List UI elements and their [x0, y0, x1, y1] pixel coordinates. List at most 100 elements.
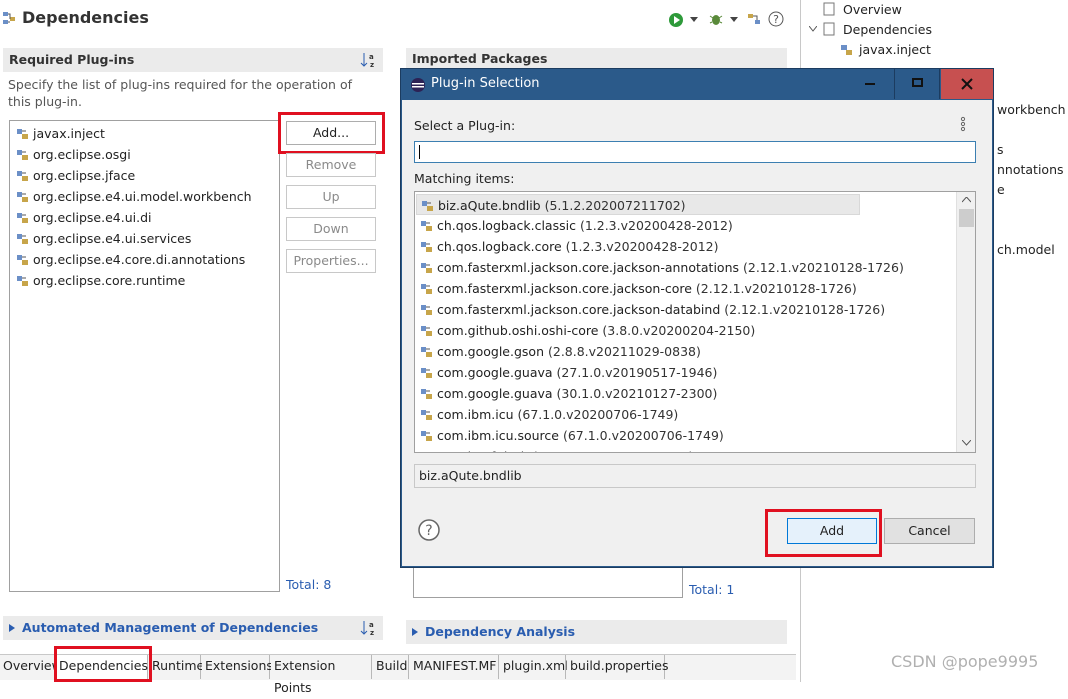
plugin-id: com.fasterxml.jackson.core.jackson-datab… [437, 302, 721, 317]
dependencies-tab-highlight [54, 646, 152, 682]
dialog-add-button[interactable]: Add [787, 518, 877, 544]
required-plugin-item[interactable]: javax.inject [10, 123, 279, 144]
plugin-filter-input[interactable] [414, 141, 976, 163]
maximize-button[interactable] [894, 69, 940, 99]
dialog-cancel-button[interactable]: Cancel [884, 518, 975, 544]
matching-item[interactable]: biz.aQute.bndlib (5.1.2.202007211702) [416, 194, 860, 215]
plugin-version: (2.12.1.v20210128-1726) [724, 302, 886, 317]
matching-item[interactable]: com.fasterxml.jackson.core.jackson-annot… [416, 257, 975, 278]
tab-extensions[interactable]: Extensions [202, 655, 273, 679]
text-cursor [419, 145, 420, 159]
svg-text:z: z [370, 61, 374, 68]
svg-text:a: a [369, 53, 374, 61]
required-plugin-item[interactable]: org.eclipse.core.runtime [10, 270, 279, 291]
debug-icon[interactable] [708, 11, 724, 27]
view-menu-icon[interactable] [960, 116, 966, 132]
required-plugin-item[interactable]: org.eclipse.e4.ui.services [10, 228, 279, 249]
down-button[interactable]: Down [286, 217, 376, 241]
help-icon[interactable]: ? [418, 519, 440, 541]
dependency-analysis-title[interactable]: Dependency Analysis [425, 624, 575, 639]
matching-item[interactable]: com.ibm.icu.source (67.1.0.v20200706-174… [416, 425, 975, 446]
automated-management-section[interactable]: Automated Management of Dependencies az [3, 616, 383, 640]
required-plugins-description: Specify the list of plug-ins required fo… [8, 77, 352, 109]
scrollbar-thumb[interactable] [959, 209, 974, 227]
required-plugin-item[interactable]: org.eclipse.jface [10, 165, 279, 186]
maximize-icon[interactable] [912, 78, 924, 88]
plugin-icon [420, 450, 434, 453]
help-glyph: ? [425, 523, 432, 539]
tab-build-properties[interactable]: build.properties [567, 655, 669, 679]
matching-item[interactable]: com.fasterxml.jackson.core.jackson-core … [416, 278, 975, 299]
up-button[interactable]: Up [286, 185, 376, 209]
required-plugin-item[interactable]: org.eclipse.e4.ui.di [10, 207, 279, 228]
outline-item-javax-inject[interactable]: javax.inject [859, 42, 931, 57]
debug-dropdown-chevron-icon[interactable] [730, 17, 738, 23]
tab-plugin-xml[interactable]: plugin.xml [500, 655, 569, 679]
minimize-icon[interactable] [865, 83, 877, 86]
matching-item[interactable]: ch.qos.logback.classic (1.2.3.v20200428-… [416, 215, 975, 236]
matching-item[interactable]: com.google.guava (27.1.0.v20190517-1946) [416, 362, 975, 383]
plugin-version: (30.1.0.v20210127-2300) [556, 386, 718, 401]
matching-item[interactable]: com.fasterxml.jackson.core.jackson-datab… [416, 299, 975, 320]
expand-chevron-icon[interactable] [9, 624, 15, 632]
scroll-down-icon[interactable] [962, 440, 971, 446]
editor-title-bar: Dependencies ? [0, 0, 796, 36]
scroll-up-icon[interactable] [962, 197, 971, 203]
plugin-icon [17, 234, 28, 244]
plugin-tool-icon[interactable] [746, 11, 762, 27]
close-icon[interactable] [961, 78, 973, 90]
matching-item[interactable]: com.github.oshi.oshi-core (3.8.0.v202002… [416, 320, 975, 341]
plugin-icon [421, 326, 432, 336]
plugin-icon [422, 201, 433, 211]
plugin-icon [421, 368, 432, 378]
minimize-button[interactable] [848, 69, 894, 99]
tab-overview[interactable]: Overview [0, 655, 62, 679]
plugin-id: ch.qos.logback.classic [437, 218, 576, 233]
tab-extension-points[interactable]: Extension Points [271, 655, 372, 695]
svg-text:z: z [370, 629, 374, 636]
required-plugins-list[interactable]: javax.inject org.eclipse.osgi org.eclipse.… [9, 120, 280, 592]
help-icon[interactable]: ? [768, 11, 784, 27]
plugin-icon [421, 263, 432, 273]
run-icon[interactable] [668, 12, 684, 28]
add-plugin-button[interactable]: Add... [286, 121, 376, 145]
plugin-icon [421, 221, 432, 231]
close-button[interactable] [941, 69, 993, 99]
automated-management-title[interactable]: Automated Management of Dependencies [22, 620, 318, 635]
eclipse-icon [411, 78, 425, 92]
collapse-chevron-icon[interactable] [809, 26, 817, 32]
plugin-icon [17, 255, 28, 265]
run-dropdown-chevron-icon[interactable] [690, 17, 698, 23]
required-plugin-item[interactable]: org.eclipse.osgi [10, 144, 279, 165]
matching-item[interactable]: com.google.guava (30.1.0.v20210127-2300) [416, 383, 975, 404]
tab-manifest[interactable]: MANIFEST.MF [410, 655, 499, 679]
plugin-version: (2.12.1.v20210128-1726) [743, 260, 904, 275]
dependency-analysis-section[interactable]: Dependency Analysis [406, 620, 787, 644]
properties-button[interactable]: Properties... [286, 249, 376, 273]
matching-item[interactable]: ch.qos.logback.core (1.2.3.v20200428-201… [416, 236, 975, 257]
tab-runtime[interactable]: Runtime [149, 655, 204, 679]
matching-items-list[interactable]: biz.aQute.bndlib (5.1.2.202007211702) ch.… [414, 191, 976, 453]
watermark: CSDN @pope9995 [891, 652, 1039, 671]
sort-az-icon[interactable]: az [360, 620, 378, 636]
outline-clipped-text: nnotations [997, 162, 1064, 177]
sort-az-icon[interactable]: az [360, 52, 378, 68]
required-plugin-item[interactable]: org.eclipse.e4.ui.model.workbench [10, 186, 279, 207]
dependencies-icon [3, 12, 15, 24]
outline-item-dependencies[interactable]: Dependencies [843, 22, 932, 37]
plugin-selection-dialog: Plug-in Selection Select a Plug-in: Matc… [400, 68, 994, 568]
matching-item[interactable]: com.google.gson (2.8.8.v20211029-0838) [416, 341, 975, 362]
tab-build[interactable]: Build [373, 655, 409, 679]
svg-text:a: a [369, 621, 374, 629]
outline-clipped-text: workbench [997, 102, 1066, 117]
plugin-name: org.eclipse.e4.ui.services [33, 231, 192, 246]
matching-item[interactable]: com.jcraft.jsch (0.1.55.v20190404-1902) [416, 446, 975, 453]
required-plugin-item[interactable]: org.eclipse.e4.core.di.annotations [10, 249, 279, 270]
matching-item[interactable]: com.ibm.icu (67.1.0.v20200706-1749) [416, 404, 975, 425]
remove-button[interactable]: Remove [286, 153, 376, 177]
plugin-id: com.google.gson [437, 344, 544, 359]
outline-item-overview[interactable]: Overview [843, 2, 902, 17]
plugin-icon [421, 242, 432, 252]
expand-chevron-icon[interactable] [412, 628, 418, 636]
vertical-scrollbar[interactable] [956, 192, 975, 452]
